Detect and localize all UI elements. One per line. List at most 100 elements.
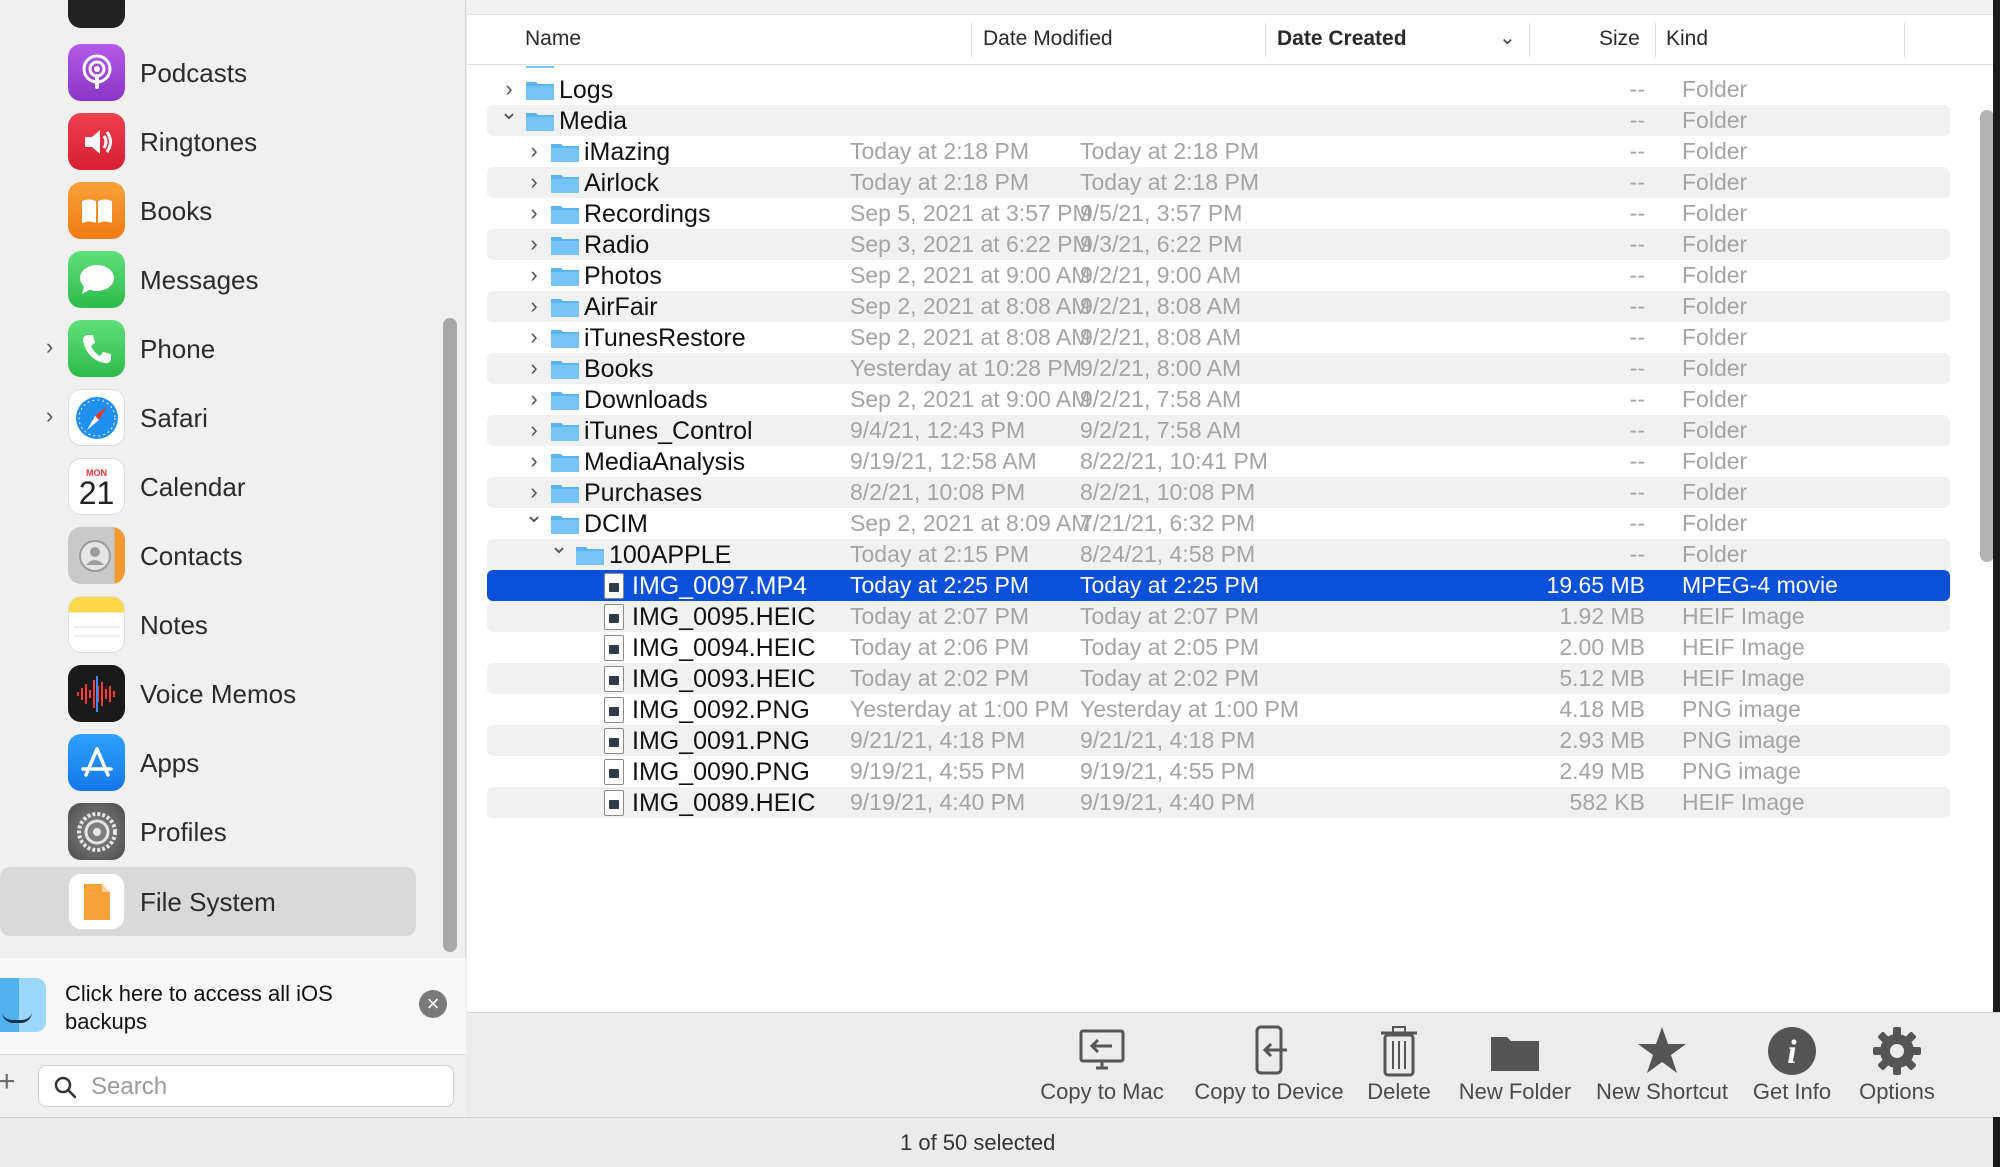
file-row[interactable]: IMG_0090.PNG 9/19/21, 4:55 PM 9/19/21, 4:5… <box>487 756 1950 787</box>
file-kind: MPEG-4 movie <box>1682 572 1838 598</box>
file-name: Books <box>584 355 654 383</box>
chevron-right-icon[interactable]: › <box>46 334 53 360</box>
folder-row[interactable]: › iMazing Today at 2:18 PM Today at 2:18 PM… <box>487 136 1950 167</box>
folder-row[interactable]: › Purchases 8/2/21, 10:08 PM 8/2/21, 10:08 … <box>487 477 1950 508</box>
date-created: Today at 2:25 PM <box>1080 572 1259 598</box>
chevron-down-icon[interactable]: ⌄ <box>524 502 544 528</box>
delete-button[interactable]: Delete <box>1359 1023 1439 1113</box>
date-created: 9/5/21, 3:57 PM <box>1080 200 1243 226</box>
sidebar-item-messages[interactable]: Messages <box>0 245 416 314</box>
image-file-icon <box>604 759 624 785</box>
chevron-right-icon[interactable]: › <box>46 403 53 429</box>
file-name: iMazing <box>584 138 671 166</box>
chevron-right-icon[interactable]: › <box>524 324 544 350</box>
copy-to-mac-button[interactable]: Copy to Mac <box>1027 1023 1177 1113</box>
column-date-created[interactable]: Date Created <box>1277 27 1407 51</box>
file-row[interactable]: IMG_0093.HEIC Today at 2:02 PM Today at 2:… <box>487 663 1950 694</box>
column-size[interactable]: Size <box>1599 27 1640 51</box>
column-separator[interactable] <box>1904 23 1905 57</box>
column-kind[interactable]: Kind <box>1666 27 1708 51</box>
folder-row[interactable]: › iTunesRestore Sep 2, 2021 at 8:08 AM 9/2/… <box>487 322 1950 353</box>
file-row[interactable]: IMG_0097.MP4 Today at 2:25 PM Today at 2:2… <box>487 570 1950 601</box>
folder-row[interactable]: ⌄ Media -- Folder <box>487 99 1950 136</box>
sidebar-item-safari[interactable]: › Safari <box>0 383 416 452</box>
get-info-button[interactable]: i Get Info <box>1742 1023 1842 1113</box>
chevron-right-icon[interactable]: › <box>524 386 544 412</box>
file-size: -- <box>1629 200 1645 226</box>
sidebar-item-books[interactable]: Books <box>0 176 416 245</box>
date-modified: Yesterday at 1:00 PM <box>850 696 1070 722</box>
column-name[interactable]: Name <box>525 27 581 51</box>
sidebar-item-apps[interactable]: Apps <box>0 728 416 797</box>
folder-icon <box>551 330 579 348</box>
file-row[interactable]: IMG_0095.HEIC Today at 2:07 PM Today at 2:… <box>487 601 1950 632</box>
new-folder-button[interactable]: New Folder <box>1445 1023 1585 1113</box>
sidebar-item-ringtones[interactable]: Ringtones <box>0 107 416 176</box>
chevron-down-icon[interactable]: ⌄ <box>549 533 569 559</box>
folder-row[interactable]: › Recordings Sep 5, 2021 at 3:57 PM 9/5/21,… <box>487 198 1950 229</box>
file-name: Documents <box>559 66 685 73</box>
file-list-scrollbar[interactable] <box>1980 110 1994 562</box>
file-row[interactable]: IMG_0091.PNG 9/21/21, 4:18 PM 9/21/21, 4:1… <box>487 725 1950 756</box>
folder-row[interactable]: › Books Yesterday at 10:28 PM 9/2/21, 8:00 … <box>487 353 1950 384</box>
chevron-right-icon[interactable]: › <box>524 293 544 319</box>
column-separator[interactable] <box>1529 23 1530 57</box>
search-box[interactable] <box>38 1065 454 1107</box>
chevron-right-icon[interactable]: › <box>524 448 544 474</box>
backup-banner-text[interactable]: Click here to access all iOS backups <box>65 980 345 1036</box>
file-row[interactable]: IMG_0092.PNG Yesterday at 1:00 PM Yesterda… <box>487 694 1950 725</box>
file-kind: HEIF Image <box>1682 634 1805 660</box>
file-kind: Folder <box>1682 355 1748 381</box>
chevron-right-icon[interactable]: › <box>524 262 544 288</box>
folder-icon <box>1491 1037 1539 1071</box>
column-separator[interactable] <box>1265 23 1266 57</box>
folder-row[interactable]: › MediaAnalysis 9/19/21, 12:58 AM 8/22/21, … <box>487 446 1950 477</box>
folder-row[interactable]: › AirFair Sep 2, 2021 at 8:08 AM 9/2/21, 8:… <box>487 291 1950 322</box>
chevron-right-icon[interactable]: › <box>524 231 544 257</box>
sidebar-item-notes[interactable]: Notes <box>0 590 416 659</box>
chevron-right-icon[interactable]: › <box>524 169 544 195</box>
sidebar-item-phone[interactable]: › Phone <box>0 314 416 383</box>
folder-row[interactable]: › iTunes_Control 9/4/21, 12:43 PM 9/2/21, 7… <box>487 415 1950 446</box>
sidebar-item-contacts[interactable]: Contacts <box>0 521 416 590</box>
file-row[interactable]: IMG_0089.HEIC 9/19/21, 4:40 PM 9/19/21, 4:… <box>487 787 1950 818</box>
folder-row[interactable]: ⌄ 100APPLE Today at 2:15 PM 8/24/21, 4:58 P… <box>487 533 1950 570</box>
search-input[interactable] <box>91 1070 441 1104</box>
folder-row[interactable]: › Logs -- Folder <box>487 74 1950 105</box>
column-separator[interactable] <box>1655 23 1656 57</box>
file-kind: Folder <box>1682 200 1748 226</box>
sidebar-item-podcasts[interactable]: Podcasts <box>0 38 416 107</box>
column-separator[interactable] <box>971 23 972 57</box>
file-name: IMG_0097.MP4 <box>632 572 808 600</box>
folder-row[interactable]: › Downloads Sep 2, 2021 at 9:00 AM 9/2/21, … <box>487 384 1950 415</box>
backup-banner[interactable]: Click here to access all iOS backups × <box>0 958 466 1054</box>
folder-row[interactable]: › Airlock Today at 2:18 PM Today at 2:18 PM… <box>487 167 1950 198</box>
chevron-right-icon[interactable]: › <box>524 417 544 443</box>
file-kind: HEIF Image <box>1682 603 1805 629</box>
folder-row[interactable]: › Radio Sep 3, 2021 at 6:22 PM 9/3/21, 6:22… <box>487 229 1950 260</box>
chevron-down-icon[interactable]: ⌄ <box>499 99 519 125</box>
chevron-right-icon[interactable]: › <box>524 138 544 164</box>
add-button[interactable]: + <box>0 1065 16 1099</box>
file-name: Airlock <box>584 169 660 197</box>
folder-row[interactable]: ⌄ DCIM Sep 2, 2021 at 8:09 AM 7/21/21, 6:32… <box>487 502 1950 539</box>
folder-icon <box>551 423 579 441</box>
folder-row[interactable]: Documents <box>487 66 1950 73</box>
sidebar-scrollbar[interactable] <box>443 318 457 952</box>
new-shortcut-button[interactable]: New Shortcut <box>1587 1023 1737 1113</box>
folder-row[interactable]: › Photos Sep 2, 2021 at 9:00 AM 9/2/21, 9:0… <box>487 260 1950 291</box>
sort-chevron-down-icon[interactable]: ⌄ <box>1499 25 1516 50</box>
column-date-modified[interactable]: Date Modified <box>983 27 1113 51</box>
sidebar-item-file-system[interactable]: File System <box>0 867 416 936</box>
chevron-right-icon[interactable]: › <box>524 200 544 226</box>
sidebar-item-profiles[interactable]: Profiles <box>0 797 416 866</box>
copy-to-device-button[interactable]: Copy to Device <box>1179 1023 1359 1113</box>
chevron-right-icon[interactable]: › <box>524 355 544 381</box>
sidebar-item-calendar[interactable]: MON 21 Calendar <box>0 452 416 521</box>
sidebar-item-voice-memos[interactable]: Voice Memos <box>0 659 416 728</box>
file-size: 1.92 MB <box>1559 603 1645 629</box>
file-row[interactable]: IMG_0094.HEIC Today at 2:06 PM Today at 2:… <box>487 632 1950 663</box>
options-button[interactable]: Options <box>1847 1023 1947 1113</box>
close-icon[interactable]: × <box>419 990 447 1018</box>
video-file-icon <box>604 573 624 599</box>
